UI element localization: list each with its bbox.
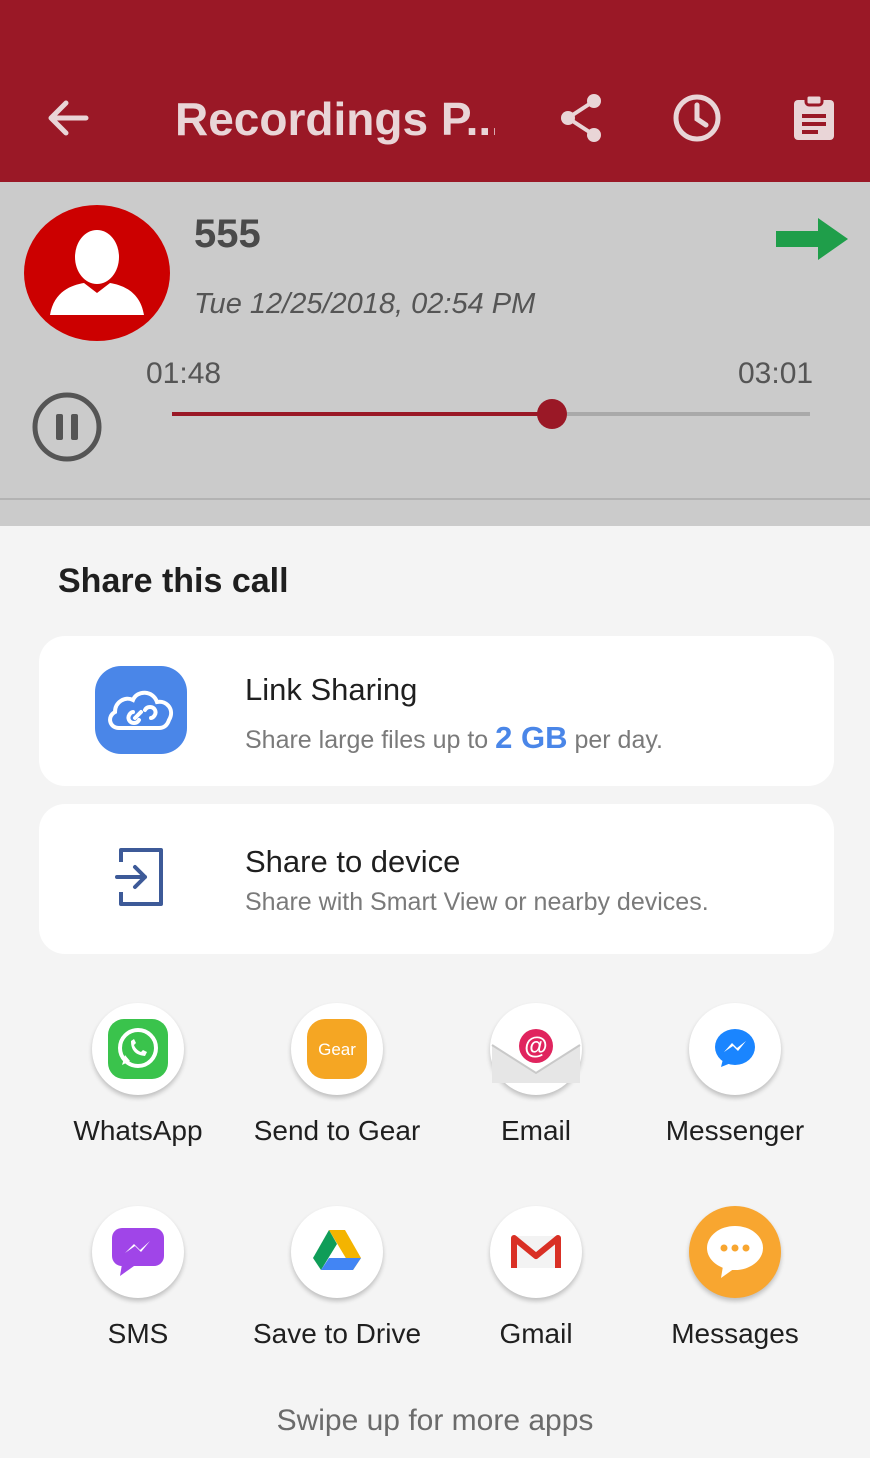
- pause-button[interactable]: [30, 390, 104, 464]
- arrow-left-icon[interactable]: [38, 88, 98, 148]
- current-time: 01:48: [146, 357, 222, 390]
- total-time: 03:01: [738, 357, 814, 390]
- slider-thumb[interactable]: [537, 399, 568, 429]
- app-bar: Recordings P...: [0, 0, 870, 182]
- gear-icon: Gear: [291, 1003, 383, 1095]
- link-sharing-icon: [95, 666, 187, 754]
- drive-icon: [291, 1206, 383, 1298]
- app-label: SMS: [107, 1318, 169, 1349]
- whatsapp-icon: [92, 1003, 184, 1095]
- call-datetime: Tue 12/25/2018, 02:54 PM: [194, 288, 536, 320]
- link-sharing-limit: 2 GB: [495, 720, 568, 755]
- playback-progress: [172, 412, 553, 416]
- clipboard-icon[interactable]: [784, 88, 844, 148]
- app-label: Messages: [671, 1318, 799, 1349]
- app-label: Messenger: [665, 1115, 805, 1146]
- app-label: Save to Drive: [252, 1318, 422, 1349]
- share-to-device-subtitle: Share with Smart View or nearby devices.: [245, 888, 709, 916]
- link-sharing-option[interactable]: Link Sharing Share large files up to 2 G…: [39, 636, 834, 786]
- avatar: [24, 205, 170, 341]
- caller-number: 555: [194, 212, 261, 256]
- svg-text:@: @: [524, 1033, 547, 1060]
- app-label: WhatsApp: [73, 1115, 203, 1146]
- recording-panel: 555 Tue 12/25/2018, 02:54 PM 01:48 03:01: [0, 182, 870, 526]
- app-label: Email: [500, 1115, 571, 1146]
- share-to-device-option[interactable]: Share to device Share with Smart View or…: [39, 804, 834, 954]
- link-sharing-sub-after: per day.: [567, 726, 663, 754]
- link-sharing-sub-before: Share large files up to: [245, 726, 496, 754]
- app-label: Gmail: [499, 1318, 573, 1349]
- arrow-right-icon[interactable]: [772, 214, 850, 264]
- page-title: Recordings P...: [175, 93, 495, 145]
- share-to-device-title: Share to device: [245, 844, 461, 879]
- playback-slider[interactable]: [172, 399, 810, 429]
- swipe-hint: Swipe up for more apps: [276, 1404, 594, 1437]
- email-icon: @: [490, 1003, 582, 1095]
- app-label: Send to Gear: [253, 1115, 421, 1146]
- share-sheet-title: Share this call: [58, 562, 289, 600]
- share-to-device-icon: [95, 834, 187, 922]
- gear-icon-text: Gear: [318, 1040, 356, 1059]
- share-icon[interactable]: [552, 88, 612, 148]
- link-sharing-subtitle: Share large files up to 2 GB per day.: [245, 720, 663, 756]
- messages-icon: [689, 1206, 781, 1298]
- messenger-icon: [689, 1003, 781, 1095]
- divider: [0, 498, 870, 500]
- link-sharing-title: Link Sharing: [245, 672, 418, 707]
- clock-icon[interactable]: [667, 88, 727, 148]
- gmail-icon: [490, 1206, 582, 1298]
- sms-icon: [92, 1206, 184, 1298]
